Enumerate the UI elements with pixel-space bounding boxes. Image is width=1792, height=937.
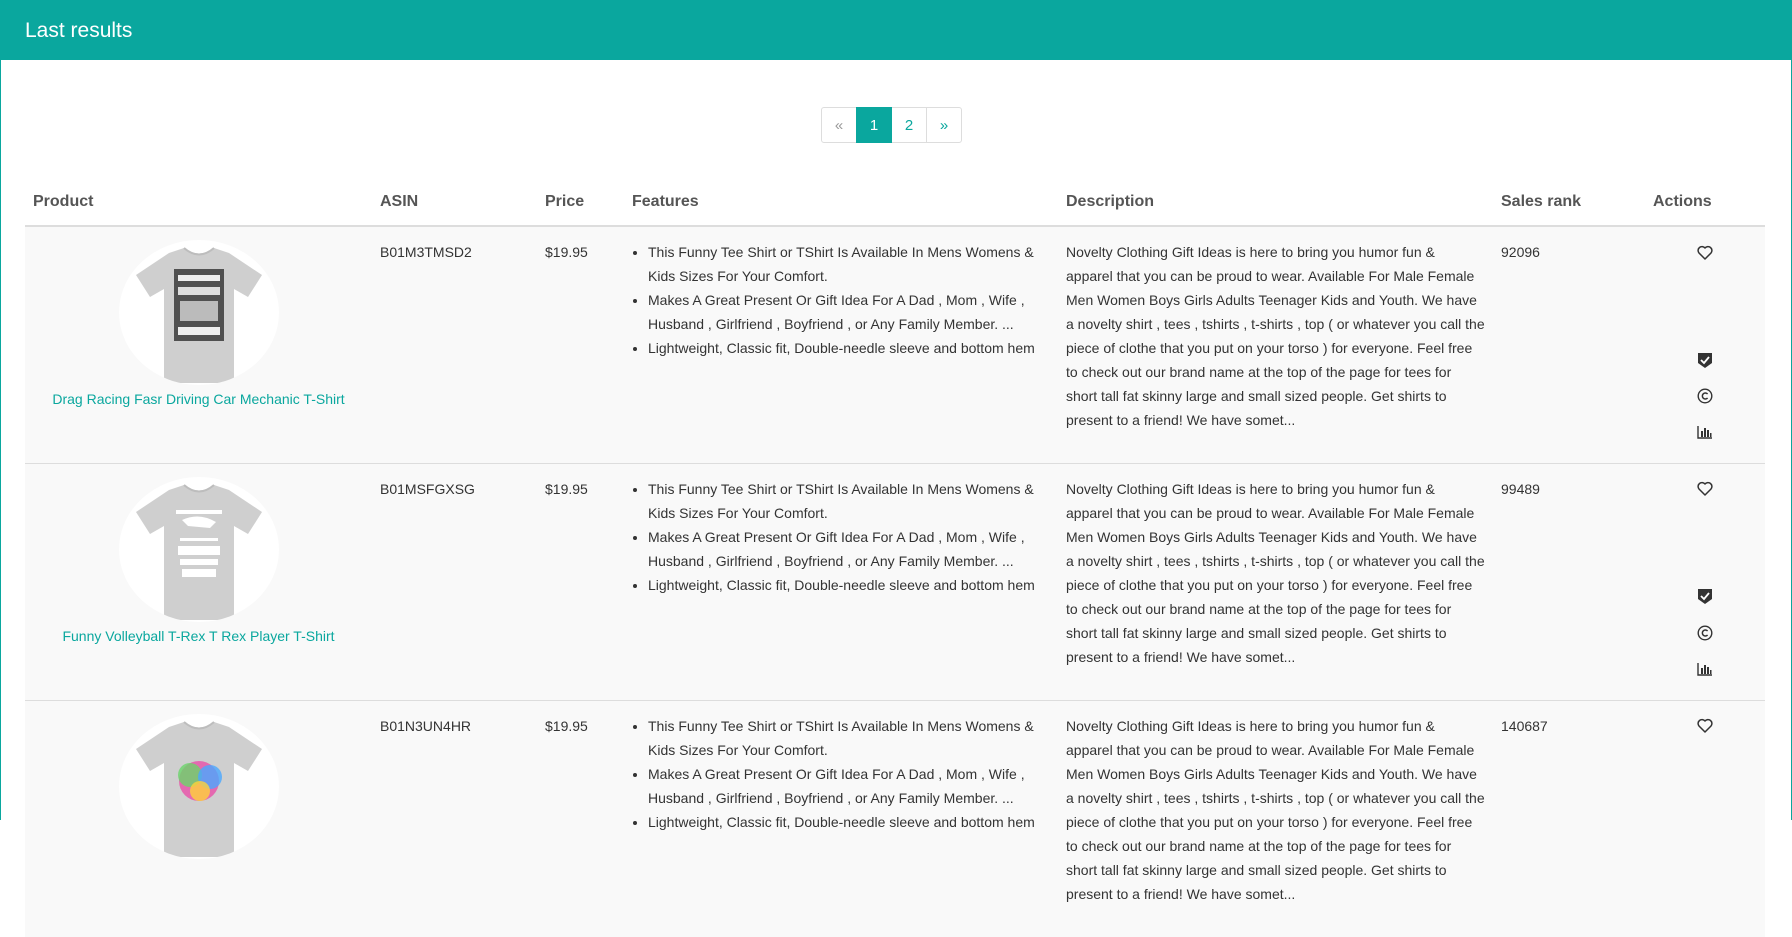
header-sales-rank[interactable]: Sales rank [1493,178,1645,227]
header-description: Description [1058,178,1493,227]
feature-item: Makes A Great Present Or Gift Idea For A… [648,525,1050,573]
pagination-next[interactable]: » [926,107,962,143]
table-header-row: Product ASIN Price Features Description … [25,178,1765,227]
features-cell: This Funny Tee Shirt or TShirt Is Availa… [624,699,1058,937]
description-cell: Novelty Clothing Gift Ideas is here to b… [1058,225,1493,463]
product-thumbnail[interactable] [118,240,279,385]
header-features: Features [624,178,1058,227]
feature-item: Makes A Great Present Or Gift Idea For A… [648,762,1050,810]
product-thumbnail[interactable] [118,476,279,622]
asin-cell: B01N3UN4HR [372,699,537,937]
heart-icon[interactable] [1695,242,1715,262]
feature-item: This Funny Tee Shirt or TShirt Is Availa… [648,714,1050,762]
price-cell: $19.95 [537,225,624,463]
header-product[interactable]: Product [25,178,372,227]
sales-rank-cell: 92096 [1493,225,1645,463]
tshirt-image [135,483,262,620]
tshirt-image [135,720,262,857]
feature-item: Lightweight, Classic fit, Double-needle … [648,810,1050,834]
header-asin[interactable]: ASIN [372,178,537,227]
sales-rank-cell: 140687 [1493,699,1645,937]
verified-shield-icon[interactable] [1695,350,1715,370]
description-cell: Novelty Clothing Gift Ideas is here to b… [1058,462,1493,700]
panel-title: Last results [25,18,133,42]
verified-shield-icon[interactable] [1695,587,1715,607]
feature-item: Lightweight, Classic fit, Double-needle … [648,336,1050,360]
actions-cell [1645,225,1765,463]
product-cell: Drag Racing Fasr Driving Car Mechanic T-… [25,225,372,463]
feature-item: Lightweight, Classic fit, Double-needle … [648,573,1050,597]
pagination-page-2[interactable]: 2 [891,107,927,143]
feature-item: Makes A Great Present Or Gift Idea For A… [648,288,1050,336]
actions-cell [1645,462,1765,700]
product-cell: Funny Volleyball T-Rex T Rex Player T-Sh… [25,462,372,700]
product-link[interactable]: Drag Racing Fasr Driving Car Mechanic T-… [33,387,364,411]
pagination-page-1[interactable]: 1 [856,107,892,143]
sales-rank-cell: 99489 [1493,462,1645,700]
header-actions: Actions [1645,178,1765,227]
price-cell: $19.95 [537,462,624,700]
heart-icon[interactable] [1695,479,1715,499]
table-row: B01N3UN4HR $19.95 This Funny Tee Shirt o… [25,699,1765,937]
asin-cell: B01M3TMSD2 [372,225,537,463]
copyright-icon[interactable] [1695,386,1715,406]
bar-chart-icon[interactable] [1695,422,1715,442]
price-cell: $19.95 [537,699,624,937]
features-cell: This Funny Tee Shirt or TShirt Is Availa… [624,462,1058,700]
bar-chart-icon[interactable] [1695,659,1715,679]
asin-cell: B01MSFGXSG [372,462,537,700]
results-table: Product ASIN Price Features Description … [25,178,1765,937]
header-price[interactable]: Price [537,178,624,227]
product-link[interactable]: Funny Volleyball T-Rex T Rex Player T-Sh… [33,624,364,648]
feature-item: This Funny Tee Shirt or TShirt Is Availa… [648,240,1050,288]
description-cell: Novelty Clothing Gift Ideas is here to b… [1058,699,1493,937]
pagination-prev[interactable]: « [821,107,857,143]
table-row: Funny Volleyball T-Rex T Rex Player T-Sh… [25,462,1765,700]
panel-header: Last results [1,1,1791,60]
actions-cell [1645,699,1765,937]
heart-icon[interactable] [1695,716,1715,736]
tshirt-image [135,247,262,383]
product-cell [25,699,372,937]
table-row: Drag Racing Fasr Driving Car Mechanic T-… [25,225,1765,463]
copyright-icon[interactable] [1695,623,1715,643]
product-thumbnail[interactable] [118,713,279,859]
features-cell: This Funny Tee Shirt or TShirt Is Availa… [624,225,1058,463]
feature-item: This Funny Tee Shirt or TShirt Is Availa… [648,477,1050,525]
pagination: « 1 2 » [821,107,962,143]
